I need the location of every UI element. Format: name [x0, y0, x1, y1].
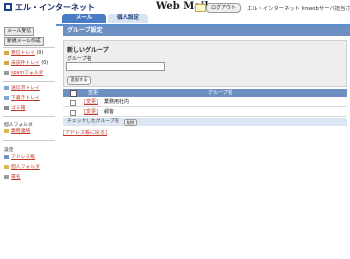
envelope-icon — [195, 4, 206, 12]
sidebar-divider — [3, 140, 55, 141]
folder-icon — [4, 128, 9, 133]
back-to-address-book-link[interactable]: [アドレス帳に戻る] — [63, 129, 107, 136]
delete-button[interactable]: 削除 — [124, 119, 137, 126]
row-edit-link[interactable]: [変更] — [84, 98, 98, 106]
page-title: グループ設定 — [63, 26, 350, 36]
sidebar-item-label: 個人フォルダ — [11, 165, 40, 170]
signature-icon — [4, 174, 9, 179]
row-edit-link[interactable]: [変更] — [84, 108, 98, 116]
sidebar-item-unread[interactable]: 未読件トレイ (0) — [4, 60, 48, 67]
sidebar-item-label: ゴミ箱 — [11, 106, 26, 111]
sidebar-divider — [3, 116, 55, 117]
brand-name: エル・インターネット — [15, 3, 95, 12]
sidebar-item-spam[interactable]: spamフォルダ — [4, 70, 43, 77]
sidebar-item-drafts[interactable]: 下書きトレイ — [4, 95, 40, 102]
sidebar-item-label: アドレス帳 — [11, 155, 35, 160]
select-all-checkbox[interactable] — [70, 90, 77, 97]
check-mail-button[interactable]: メール受信 — [4, 27, 34, 36]
sidebar-item-count: (0) — [36, 51, 44, 56]
sidebar-item-label: 未読件トレイ — [11, 61, 40, 66]
row-checkbox[interactable] — [70, 110, 76, 116]
group-name-label: グループ名 — [67, 56, 92, 62]
spam-icon — [4, 70, 9, 75]
sidebar-item-address-book[interactable]: アドレス帳 — [4, 154, 35, 161]
personal-folder-heading: 個人フォルダ — [4, 123, 33, 128]
sidebar-item-label: 送信済トレイ — [11, 86, 40, 91]
settings-heading: 設定 — [4, 148, 14, 153]
sidebar-item-count: (0) — [41, 61, 49, 66]
group-name-input[interactable] — [66, 62, 165, 71]
sidebar-item-label: spamフォルダ — [11, 71, 44, 76]
brand-logo-icon — [4, 3, 12, 11]
sidebar-item-label: 署名 — [11, 175, 21, 180]
column-header-group-name: グループ名 — [208, 90, 233, 96]
tab-settings[interactable]: 個人設定 — [108, 14, 148, 23]
draft-icon — [4, 95, 9, 100]
table-header — [63, 89, 347, 97]
inbox-icon — [4, 50, 9, 55]
sidebar-item-inbox[interactable]: 受信トレイ (0) — [4, 50, 43, 57]
sidebar-item-label: 受信トレイ — [11, 51, 35, 56]
sidebar-item-label: 業務連絡 — [11, 129, 31, 134]
sidebar-item-signature[interactable]: 署名 — [4, 174, 21, 181]
tab-mail[interactable]: メール — [62, 14, 106, 23]
address-book-icon — [4, 154, 9, 159]
folder-icon — [4, 164, 9, 169]
unread-icon — [4, 60, 9, 65]
compose-button[interactable]: 新規メール作成 — [4, 37, 44, 46]
column-header-edit: 変更 — [88, 90, 99, 96]
row-group-name: 顧客 — [104, 109, 115, 115]
sidebar-item-sent[interactable]: 送信済トレイ — [4, 85, 40, 92]
add-group-button[interactable]: 追加する — [67, 76, 91, 85]
sidebar-item-label: 下書きトレイ — [11, 96, 40, 101]
sidebar-item-folder-settings[interactable]: 個人フォルダ — [4, 164, 40, 171]
user-label: エル・インターネット linwebサーバ担当さん — [247, 6, 350, 12]
new-group-heading: 新しいグループ — [67, 47, 109, 54]
footer-action-text: チェックしたグループを — [67, 119, 120, 124]
sidebar-divider — [3, 47, 55, 48]
sent-icon — [4, 85, 9, 90]
sidebar-item-trash[interactable]: ゴミ箱 — [4, 105, 25, 112]
sidebar-item-personal-folder[interactable]: 業務連絡 — [4, 128, 30, 135]
logout-button[interactable]: ログアウト — [206, 3, 241, 13]
sidebar-divider — [3, 81, 55, 82]
trash-icon — [4, 105, 9, 110]
row-group-name: 業務用社内 — [104, 99, 130, 105]
row-checkbox[interactable] — [70, 100, 76, 106]
